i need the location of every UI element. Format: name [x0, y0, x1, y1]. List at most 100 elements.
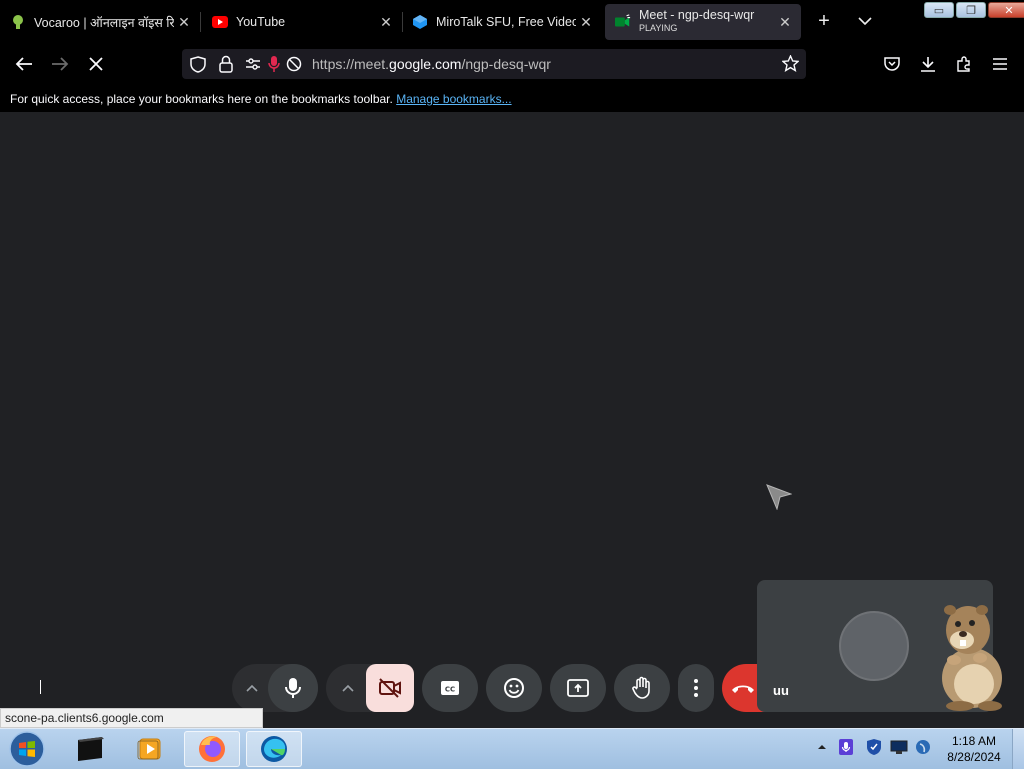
app-menu-button[interactable] [988, 52, 1012, 76]
chevron-up-icon [246, 684, 258, 692]
new-tab-button[interactable]: + [813, 10, 835, 32]
tray-microphone[interactable] [836, 737, 856, 757]
tab-strip: Vocaroo | ऑनलाइन वॉइस रि ✕ YouTube ✕ Mir… [0, 0, 1024, 44]
raise-hand-icon [632, 676, 650, 699]
manage-bookmarks-link[interactable]: Manage bookmarks... [396, 92, 511, 106]
camera-off-button[interactable] [366, 664, 414, 712]
bookmarks-message: For quick access, place your bookmarks h… [10, 92, 393, 106]
tab-title: YouTube [236, 15, 286, 29]
taskbar-app-firefox[interactable] [184, 731, 240, 767]
tab-title: Meet - ngp-desq-wqr [639, 9, 755, 22]
more-vertical-icon [694, 679, 698, 697]
hang-up-icon [732, 685, 754, 693]
closed-captions-icon: CC [441, 681, 459, 695]
captions-button[interactable]: CC [422, 664, 478, 712]
meet-stage: CC uu [0, 112, 1024, 728]
pocket-icon [884, 57, 900, 71]
text-caret [40, 680, 41, 694]
camera-blocked-icon [286, 56, 302, 72]
mirotalk-icon [412, 14, 428, 30]
taskbar-app-terminal[interactable] [62, 731, 118, 767]
tab-close-icon[interactable]: ✕ [376, 14, 396, 31]
url-path: /ngp-desq-wqr [461, 56, 551, 72]
microphone-button[interactable] [268, 664, 318, 712]
close-window-button[interactable]: ✕ [988, 2, 1024, 18]
hamburger-menu-icon [993, 58, 1007, 70]
chevron-down-icon [858, 17, 872, 25]
puzzle-icon [957, 56, 970, 72]
microphone-tray-icon [839, 739, 853, 755]
participant-name: uu [773, 683, 789, 698]
extensions-button[interactable] [952, 52, 976, 76]
tab-mirotalk[interactable]: MiroTalk SFU, Free Video C ✕ [402, 4, 602, 40]
desktop-pet-gopher-icon [942, 605, 1002, 711]
network-monitor-icon [890, 740, 908, 754]
microphone-icon [285, 678, 301, 698]
firefox-icon [199, 736, 225, 762]
vocaroo-icon [10, 14, 26, 30]
minimize-button[interactable]: ▭ [924, 2, 954, 18]
navigation-toolbar: https://meet.google.com/ngp-desq-wqr [0, 44, 1024, 84]
taskbar-app-edge[interactable] [246, 731, 302, 767]
tab-separator [200, 12, 201, 32]
tray-security[interactable] [864, 737, 884, 757]
show-hidden-icons-button[interactable] [812, 737, 832, 757]
forward-button[interactable] [48, 52, 72, 76]
terminal-app-icon [78, 737, 104, 761]
taskbar: 1:18 AM 8/28/2024 [0, 728, 1024, 769]
taskbar-app-media-player[interactable] [122, 731, 178, 767]
url-prefix: https://meet. [312, 56, 390, 72]
pocket-button[interactable] [880, 52, 904, 76]
tab-title-block: Meet - ngp-desq-wqr PLAYING [639, 9, 775, 35]
youtube-icon [212, 14, 228, 30]
volume-icon [916, 740, 930, 754]
tab-close-icon[interactable]: ✕ [174, 14, 194, 31]
tab-playing-label: PLAYING [639, 23, 678, 33]
start-button[interactable] [2, 731, 52, 767]
tab-vocaroo[interactable]: Vocaroo | ऑनलाइन वॉइस रि ✕ [0, 4, 200, 40]
stop-loading-button[interactable] [84, 52, 108, 76]
tab-youtube[interactable]: YouTube ✕ [202, 4, 402, 40]
meet-icon [615, 14, 631, 30]
bookmarks-toolbar: For quick access, place your bookmarks h… [0, 84, 1024, 112]
edge-icon [261, 736, 287, 762]
list-all-tabs-button[interactable] [854, 10, 876, 32]
permissions-icon [246, 58, 260, 70]
download-icon [921, 56, 935, 72]
tab-title: MiroTalk SFU, Free Video C [436, 15, 576, 29]
link-status-tooltip: scone-pa.clients6.google.com [0, 708, 263, 728]
mic-options-button[interactable] [238, 664, 266, 712]
chevron-up-icon [342, 684, 354, 692]
clock-date: 8/28/2024 [947, 750, 1001, 764]
forward-arrow-icon [52, 57, 69, 71]
lock-icon [219, 55, 233, 73]
stop-icon [89, 57, 103, 71]
media-player-icon [137, 738, 161, 760]
taskbar-clock[interactable]: 1:18 AM 8/28/2024 [938, 733, 1010, 765]
camera-off-icon [379, 678, 401, 698]
tab-close-icon[interactable]: ✕ [576, 14, 596, 31]
more-options-button[interactable] [678, 664, 714, 712]
avatar [839, 611, 909, 681]
raise-hand-button[interactable] [614, 664, 670, 712]
emoji-reactions-button[interactable] [486, 664, 542, 712]
url-host: google.com [389, 56, 462, 72]
back-button[interactable] [12, 52, 36, 76]
microphone-active-icon [268, 56, 280, 72]
show-desktop-button[interactable] [1012, 729, 1024, 769]
tab-title: Vocaroo | ऑनलाइन वॉइस रि [34, 15, 174, 30]
present-screen-button[interactable] [550, 664, 606, 712]
camera-options-button[interactable] [334, 664, 362, 712]
svg-text:CC: CC [445, 686, 455, 694]
mouse-pointer-icon [766, 484, 792, 510]
windows-start-orb-icon [9, 731, 45, 767]
tab-close-icon[interactable]: ✕ [775, 14, 795, 31]
bookmark-star-icon[interactable] [782, 55, 799, 72]
restore-button[interactable]: ❐ [956, 2, 986, 18]
address-bar[interactable]: https://meet.google.com/ngp-desq-wqr [182, 49, 806, 79]
tray-volume[interactable] [913, 737, 933, 757]
downloads-button[interactable] [916, 52, 940, 76]
restore-icon: ❐ [966, 4, 976, 17]
tray-network[interactable] [889, 737, 909, 757]
tab-meet[interactable]: Meet - ngp-desq-wqr PLAYING ✕ [605, 4, 801, 40]
